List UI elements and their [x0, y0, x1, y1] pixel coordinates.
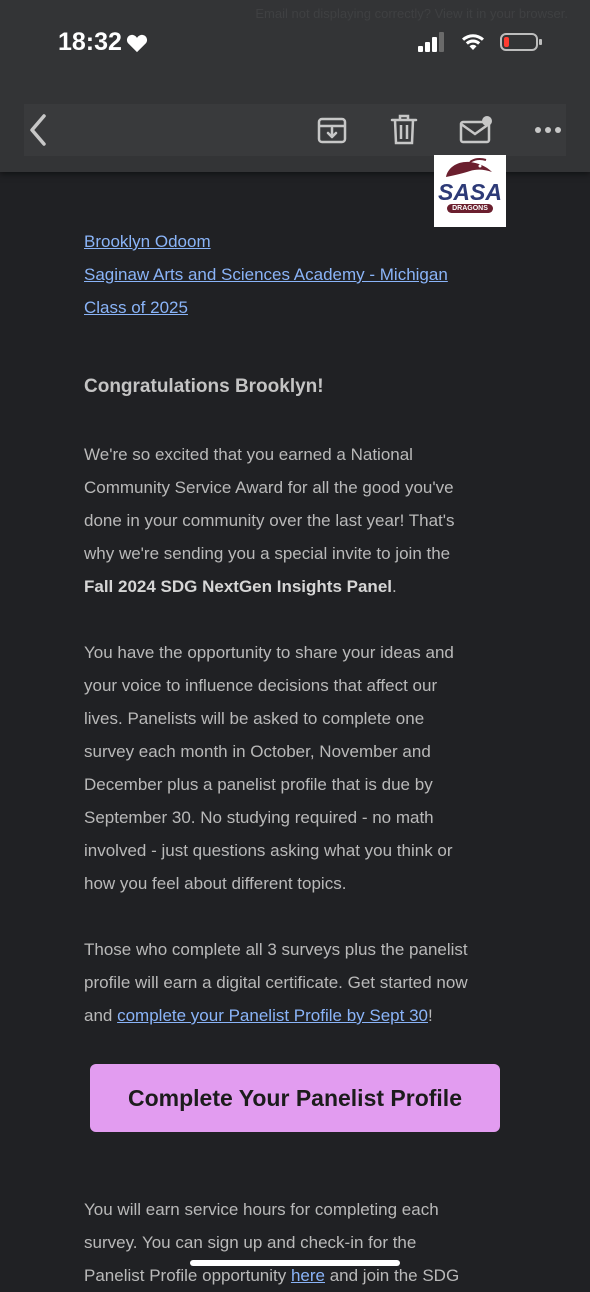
intro-line: why we're sending you a special invite t… — [84, 544, 451, 563]
recipient-school: Saginaw Arts and Sciences Academy - Mich… — [84, 265, 448, 285]
logo-subtext: DRAGONS — [447, 204, 493, 213]
intro-line: done in your community over the last yea… — [84, 511, 455, 530]
opportunity-line: September 30. No studying required - no … — [84, 808, 434, 827]
panelist-profile-link[interactable]: complete your Panelist Profile by Sept 3… — [117, 1006, 428, 1025]
time-label: 18:32 — [58, 28, 122, 56]
logo-wordmark: SASA — [438, 179, 502, 205]
cellular-signal-icon — [418, 32, 444, 52]
chevron-left-icon — [30, 114, 46, 146]
delete-button[interactable] — [386, 104, 422, 156]
certificate-post: ! — [427, 1006, 433, 1025]
opportunity-line: how you feel about different topics. — [84, 874, 347, 893]
certificate-line: and complete your Panelist Profile by Se… — [84, 999, 468, 1032]
opportunity-paragraph: You have the opportunity to share your i… — [84, 636, 454, 900]
opportunity-line: You have the opportunity to share your i… — [84, 643, 454, 662]
opportunity-line: December plus a panelist profile that is… — [84, 775, 433, 794]
dragon-mascot-icon — [446, 157, 492, 177]
school-logo: SASA DRAGONS — [434, 155, 506, 227]
intro-line: Community Service Award for all the good… — [84, 478, 454, 497]
more-button[interactable] — [530, 104, 566, 156]
recipient-class: Class of 2025 — [84, 298, 188, 318]
intro-line: Fall 2024 SDG NextGen Insights Panel. — [84, 570, 455, 603]
recipient-name: Brooklyn Odoom — [84, 232, 211, 252]
intro-end: . — [392, 577, 397, 596]
service-post: and join the SDG — [324, 1266, 460, 1285]
greeting-heading: Congratulations Brooklyn! — [84, 376, 324, 397]
heart-icon — [126, 34, 148, 52]
recipient-school-link[interactable]: Saginaw Arts and Sciences Academy - Mich… — [84, 265, 448, 284]
battery-icon — [500, 33, 542, 51]
more-horizontal-icon — [535, 127, 561, 133]
opportunity-line: your voice to influence decisions that a… — [84, 676, 438, 695]
opportunity-line: lives. Panelists will be asked to comple… — [84, 709, 425, 728]
service-pre: Panelist Profile opportunity — [84, 1266, 291, 1285]
archive-icon — [317, 117, 347, 144]
status-icons — [418, 32, 542, 52]
opportunity-line: involved - just questions asking what yo… — [84, 841, 453, 860]
complete-profile-button[interactable]: Complete Your Panelist Profile — [90, 1064, 500, 1132]
mark-unread-button[interactable] — [456, 104, 496, 156]
service-line: survey. You can sign up and check-in for… — [84, 1233, 417, 1252]
certificate-line: Those who complete all 3 surveys plus th… — [84, 940, 468, 959]
panel-name: Fall 2024 SDG NextGen Insights Panel — [84, 577, 392, 596]
top-bar: Email not displaying correctly? View it … — [0, 0, 590, 172]
status-time: 18:32 — [58, 28, 148, 57]
archive-button[interactable] — [314, 104, 350, 156]
mail-unread-icon — [459, 116, 492, 144]
trash-icon — [390, 114, 418, 145]
intro-paragraph: We're so excited that you earned a Natio… — [84, 438, 455, 603]
service-hours-paragraph: You will earn service hours for completi… — [84, 1193, 459, 1292]
recipient-name-link[interactable]: Brooklyn Odoom — [84, 232, 211, 251]
email-toolbar — [24, 104, 566, 156]
back-button[interactable] — [18, 104, 58, 156]
certificate-line: profile will earn a digital certificate.… — [84, 973, 468, 992]
here-link[interactable]: here — [291, 1266, 325, 1285]
view-in-browser-text[interactable]: Email not displaying correctly? View it … — [255, 6, 568, 21]
certificate-paragraph: Those who complete all 3 surveys plus th… — [84, 933, 468, 1032]
recipient-class-link[interactable]: Class of 2025 — [84, 298, 188, 317]
certificate-pre: and — [84, 1006, 118, 1025]
opportunity-line: survey each month in October, November a… — [84, 742, 431, 761]
wifi-icon — [462, 34, 484, 50]
service-line: You will earn service hours for completi… — [84, 1200, 439, 1219]
intro-line: We're so excited that you earned a Natio… — [84, 445, 413, 464]
home-indicator[interactable] — [190, 1260, 400, 1266]
